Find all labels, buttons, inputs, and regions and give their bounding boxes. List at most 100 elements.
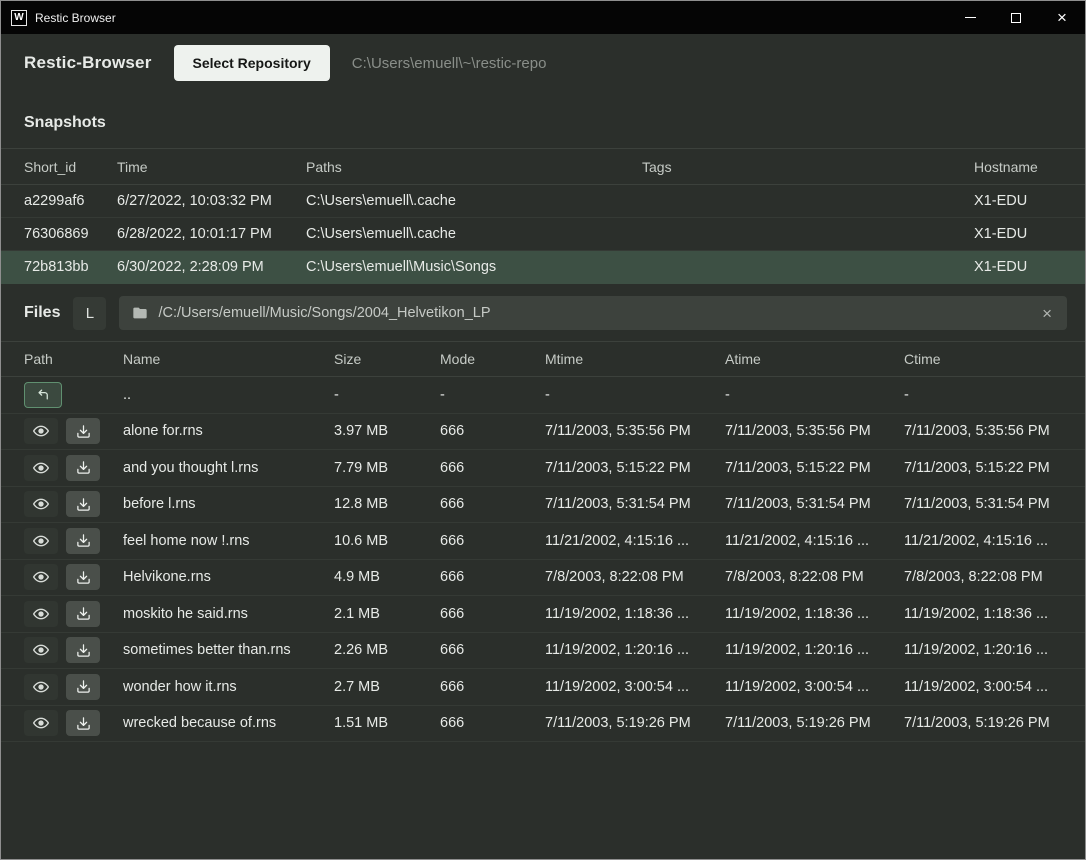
cell-mtime: 11/19/2002, 1:18:36 ... bbox=[545, 606, 725, 622]
cell-size: - bbox=[334, 387, 440, 403]
snapshot-row-selected[interactable]: 72b813bb 6/30/2022, 2:28:09 PM C:\Users\… bbox=[1, 251, 1085, 284]
column-paths: Paths bbox=[306, 159, 642, 175]
cell-mode: 666 bbox=[440, 679, 545, 695]
download-icon bbox=[76, 606, 91, 621]
cell-short-id: a2299af6 bbox=[24, 193, 117, 209]
close-icon: × bbox=[1057, 9, 1067, 26]
preview-button[interactable] bbox=[24, 418, 58, 444]
cell-mode: 666 bbox=[440, 533, 545, 549]
download-button[interactable] bbox=[66, 601, 100, 627]
eye-icon bbox=[33, 642, 49, 658]
download-button[interactable] bbox=[66, 710, 100, 736]
preview-button[interactable] bbox=[24, 710, 58, 736]
column-short-id: Short_id bbox=[24, 159, 117, 175]
window-title: Restic Browser bbox=[35, 11, 116, 25]
cell-size: 7.79 MB bbox=[334, 460, 440, 476]
cell-atime: 11/21/2002, 4:15:16 ... bbox=[725, 533, 904, 549]
cell-mode: 666 bbox=[440, 569, 545, 585]
download-button[interactable] bbox=[66, 674, 100, 700]
column-name: Name bbox=[123, 351, 334, 367]
snapshots-table-header: Short_id Time Paths Tags Hostname bbox=[1, 148, 1085, 185]
column-mode: Mode bbox=[440, 351, 545, 367]
cell-mode: 666 bbox=[440, 460, 545, 476]
column-atime: Atime bbox=[725, 351, 904, 367]
cell-size: 2.1 MB bbox=[334, 606, 440, 622]
cell-time: 6/27/2022, 10:03:32 PM bbox=[117, 193, 306, 209]
file-row[interactable]: Helvikone.rns 4.9 MB 666 7/8/2003, 8:22:… bbox=[1, 560, 1085, 597]
download-button[interactable] bbox=[66, 455, 100, 481]
cell-name: .. bbox=[123, 387, 334, 403]
cell-atime: 11/19/2002, 1:18:36 ... bbox=[725, 606, 904, 622]
cell-name: alone for.rns bbox=[123, 423, 334, 439]
preview-button[interactable] bbox=[24, 455, 58, 481]
clear-path-button[interactable]: × bbox=[1040, 305, 1054, 322]
files-section-title: Files bbox=[24, 304, 60, 322]
tree-toggle-button[interactable]: L bbox=[73, 297, 106, 330]
cell-ctime: 11/19/2002, 1:20:16 ... bbox=[904, 642, 1062, 658]
cell-mtime: 7/11/2003, 5:35:56 PM bbox=[545, 423, 725, 439]
go-to-parent-button[interactable] bbox=[24, 382, 62, 408]
file-row[interactable]: and you thought l.rns 7.79 MB 666 7/11/2… bbox=[1, 450, 1085, 487]
preview-button[interactable] bbox=[24, 637, 58, 663]
cell-name: before l.rns bbox=[123, 496, 334, 512]
file-row[interactable]: before l.rns 12.8 MB 666 7/11/2003, 5:31… bbox=[1, 487, 1085, 524]
cell-mode: 666 bbox=[440, 606, 545, 622]
cell-atime: 7/8/2003, 8:22:08 PM bbox=[725, 569, 904, 585]
cell-atime: 7/11/2003, 5:19:26 PM bbox=[725, 715, 904, 731]
file-row[interactable]: wonder how it.rns 2.7 MB 666 11/19/2002,… bbox=[1, 669, 1085, 706]
download-icon bbox=[76, 424, 91, 439]
preview-button[interactable] bbox=[24, 674, 58, 700]
cell-size: 4.9 MB bbox=[334, 569, 440, 585]
cell-size: 1.51 MB bbox=[334, 715, 440, 731]
file-row[interactable]: wrecked because of.rns 1.51 MB 666 7/11/… bbox=[1, 706, 1085, 743]
snapshot-row[interactable]: a2299af6 6/27/2022, 10:03:32 PM C:\Users… bbox=[1, 185, 1085, 218]
snapshot-row[interactable]: 76306869 6/28/2022, 10:01:17 PM C:\Users… bbox=[1, 218, 1085, 251]
cell-size: 2.7 MB bbox=[334, 679, 440, 695]
cell-atime: 7/11/2003, 5:15:22 PM bbox=[725, 460, 904, 476]
cell-mode: 666 bbox=[440, 642, 545, 658]
preview-button[interactable] bbox=[24, 528, 58, 554]
download-button[interactable] bbox=[66, 564, 100, 590]
cell-atime: 11/19/2002, 3:00:54 ... bbox=[725, 679, 904, 695]
minimize-button[interactable] bbox=[947, 1, 993, 34]
cell-size: 2.26 MB bbox=[334, 642, 440, 658]
cell-ctime: 7/11/2003, 5:15:22 PM bbox=[904, 460, 1062, 476]
column-ctime: Ctime bbox=[904, 351, 1062, 367]
download-button[interactable] bbox=[66, 528, 100, 554]
cell-name: wrecked because of.rns bbox=[123, 715, 334, 731]
preview-button[interactable] bbox=[24, 564, 58, 590]
preview-button[interactable] bbox=[24, 601, 58, 627]
cell-ctime: 11/19/2002, 1:18:36 ... bbox=[904, 606, 1062, 622]
preview-button[interactable] bbox=[24, 491, 58, 517]
file-row[interactable]: moskito he said.rns 2.1 MB 666 11/19/200… bbox=[1, 596, 1085, 633]
eye-icon bbox=[33, 533, 49, 549]
download-button[interactable] bbox=[66, 637, 100, 663]
cell-mtime: 7/11/2003, 5:15:22 PM bbox=[545, 460, 725, 476]
eye-icon bbox=[33, 460, 49, 476]
cell-name: wonder how it.rns bbox=[123, 679, 334, 695]
eye-icon bbox=[33, 496, 49, 512]
eye-icon bbox=[33, 423, 49, 439]
cell-name: feel home now !.rns bbox=[123, 533, 334, 549]
column-hostname: Hostname bbox=[974, 159, 1062, 175]
download-button[interactable] bbox=[66, 491, 100, 517]
parent-directory-row[interactable]: .. - - - - - bbox=[1, 377, 1085, 414]
download-icon bbox=[76, 570, 91, 585]
file-row[interactable]: feel home now !.rns 10.6 MB 666 11/21/20… bbox=[1, 523, 1085, 560]
maximize-button[interactable] bbox=[993, 1, 1039, 34]
folder-icon bbox=[132, 305, 148, 321]
close-button[interactable]: × bbox=[1039, 1, 1085, 34]
download-button[interactable] bbox=[66, 418, 100, 444]
download-icon bbox=[76, 497, 91, 512]
corner-up-left-icon bbox=[36, 387, 51, 402]
cell-size: 3.97 MB bbox=[334, 423, 440, 439]
select-repository-button[interactable]: Select Repository bbox=[174, 45, 330, 81]
files-bar: Files L /C:/Users/emuell/Music/Songs/200… bbox=[1, 284, 1085, 341]
file-path-input[interactable]: /C:/Users/emuell/Music/Songs/2004_Helvet… bbox=[119, 296, 1067, 330]
file-row[interactable]: sometimes better than.rns 2.26 MB 666 11… bbox=[1, 633, 1085, 670]
cell-short-id: 76306869 bbox=[24, 226, 117, 242]
file-row[interactable]: alone for.rns 3.97 MB 666 7/11/2003, 5:3… bbox=[1, 414, 1085, 451]
snapshots-section-title: Snapshots bbox=[1, 92, 1085, 148]
titlebar: W Restic Browser × bbox=[1, 1, 1085, 34]
eye-icon bbox=[33, 606, 49, 622]
